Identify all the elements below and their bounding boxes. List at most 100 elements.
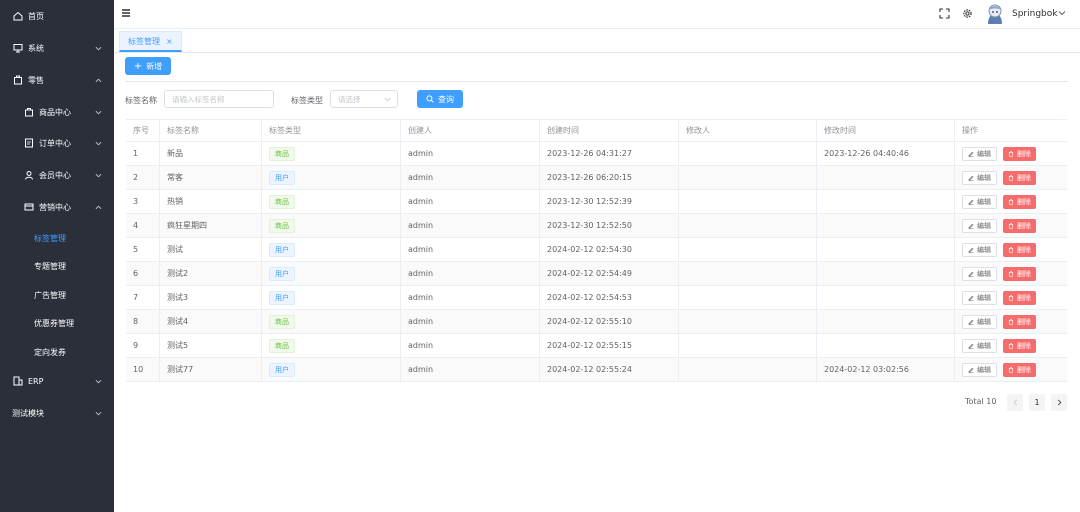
edit-button[interactable]: 编辑	[962, 266, 997, 281]
edit-button-label: 编辑	[977, 293, 991, 302]
trash-icon	[1008, 318, 1014, 325]
delete-button-label: 删除	[1017, 341, 1031, 350]
search-icon	[426, 95, 434, 103]
edit-button[interactable]: 编辑	[962, 362, 997, 377]
tag-type-badge: 用户	[269, 266, 295, 281]
modifier-cell	[679, 262, 817, 285]
delete-button[interactable]: 删除	[1003, 314, 1036, 329]
delete-button[interactable]: 删除	[1003, 170, 1036, 185]
sidebar-item-coupon-management[interactable]: 优惠券管理	[0, 313, 114, 333]
table-row: 1 新品 商品 admin 2023-12-26 04:31:27 2023-12-26 …	[126, 142, 1067, 166]
edit-icon	[968, 343, 974, 349]
sidebar-item-label: 系统	[28, 43, 44, 53]
edit-button[interactable]: 编辑	[962, 218, 997, 233]
pagination-prev-button[interactable]	[1007, 394, 1023, 411]
sidebar-item-test-module[interactable]: 测试模块	[0, 403, 114, 423]
add-button[interactable]: + 新增	[125, 57, 171, 75]
delete-button[interactable]: 删除	[1003, 362, 1036, 377]
sidebar-item-order-center[interactable]: 订单中心	[0, 133, 114, 153]
sidebar-item-marketing-center[interactable]: 营销中心	[0, 197, 114, 217]
delete-button[interactable]: 删除	[1003, 242, 1036, 257]
tag-type-badge: 商品	[269, 194, 295, 209]
query-button[interactable]: 查询	[417, 90, 463, 108]
tags-view: 标签管理 ×	[114, 28, 1080, 53]
creator-cell: admin	[401, 166, 540, 189]
pagination-page-1[interactable]: 1	[1029, 394, 1045, 411]
edit-button-label: 编辑	[977, 245, 991, 254]
sidebar-item-tag-management[interactable]: 标签管理	[0, 228, 114, 248]
username[interactable]: Springbok	[1012, 9, 1057, 19]
actions-cell: 编辑 删除	[955, 334, 1067, 357]
sidebar-item-ad-management[interactable]: 广告管理	[0, 285, 114, 305]
edit-button[interactable]: 编辑	[962, 290, 997, 305]
delete-button[interactable]: 删除	[1003, 338, 1036, 353]
edit-button[interactable]: 编辑	[962, 170, 997, 185]
sidebar-item-goods-center[interactable]: 商品中心	[0, 102, 114, 122]
sidebar-item-home[interactable]: 首页	[0, 6, 114, 26]
chevron-down-icon	[94, 139, 102, 147]
sidebar-item-label: 零售	[28, 75, 44, 85]
row-number-cell: 6	[126, 262, 160, 285]
sidebar-item-system[interactable]: 系统	[0, 38, 114, 58]
sidebar-item-topic-management[interactable]: 专题管理	[0, 256, 114, 276]
delete-button[interactable]: 删除	[1003, 290, 1036, 305]
delete-button[interactable]: 删除	[1003, 266, 1036, 281]
order-icon	[24, 138, 34, 148]
table-header-cell: 创建人	[401, 120, 540, 141]
sidebar-item-label: 优惠券管理	[34, 318, 74, 328]
row-number-cell: 10	[126, 358, 160, 381]
chevron-down-icon	[94, 108, 102, 116]
edit-icon	[968, 367, 974, 373]
tag-type-badge: 商品	[269, 314, 295, 329]
edit-button[interactable]: 编辑	[962, 194, 997, 209]
sidebar-item-retail[interactable]: 零售	[0, 70, 114, 90]
tab-tag-management[interactable]: 标签管理 ×	[119, 31, 182, 52]
close-icon[interactable]: ×	[166, 37, 173, 46]
tag-name-cell: 常客	[160, 166, 262, 189]
creator-cell: admin	[401, 310, 540, 333]
gear-icon[interactable]	[961, 7, 973, 19]
delete-button-label: 删除	[1017, 269, 1031, 278]
chevron-down-icon[interactable]	[1058, 9, 1066, 17]
table-header-cell: 序号	[126, 120, 160, 141]
modifier-cell	[679, 142, 817, 165]
tag-type-badge: 商品	[269, 218, 295, 233]
tag-name-input[interactable]: 请输入标签名称	[164, 90, 274, 108]
trash-icon	[1008, 246, 1014, 253]
modified-time-cell	[817, 190, 955, 213]
sidebar-item-member-center[interactable]: 会员中心	[0, 165, 114, 185]
sidebar-item-erp[interactable]: ERP	[0, 371, 114, 391]
tag-type-select[interactable]: 请选择	[330, 90, 398, 108]
row-number-cell: 2	[126, 166, 160, 189]
delete-button[interactable]: 删除	[1003, 146, 1036, 161]
tag-name-cell: 测试5	[160, 334, 262, 357]
pagination-next-button[interactable]	[1051, 394, 1067, 411]
creator-cell: admin	[401, 214, 540, 237]
chevron-left-icon	[1013, 399, 1017, 406]
fullscreen-icon[interactable]	[938, 7, 950, 19]
edit-button-label: 编辑	[977, 173, 991, 182]
actions-cell: 编辑 删除	[955, 214, 1067, 237]
modifier-cell	[679, 334, 817, 357]
edit-button[interactable]: 编辑	[962, 146, 997, 161]
delete-button-label: 删除	[1017, 317, 1031, 326]
query-button-label: 查询	[438, 94, 454, 104]
sidebar-item-label: 营销中心	[39, 202, 71, 212]
edit-button[interactable]: 编辑	[962, 338, 997, 353]
delete-button[interactable]: 删除	[1003, 194, 1036, 209]
edit-button[interactable]: 编辑	[962, 314, 997, 329]
sidebar-item-directed-coupon[interactable]: 定向发券	[0, 342, 114, 362]
delete-button[interactable]: 删除	[1003, 218, 1036, 233]
chevron-down-icon	[94, 409, 102, 417]
tag-type-cell: 商品	[262, 190, 401, 213]
modified-time-cell	[817, 286, 955, 309]
edit-button[interactable]: 编辑	[962, 242, 997, 257]
avatar[interactable]	[985, 3, 1005, 25]
modifier-cell	[679, 286, 817, 309]
delete-button-label: 删除	[1017, 149, 1031, 158]
modified-time-cell	[817, 262, 955, 285]
hamburger-icon[interactable]	[121, 8, 131, 18]
table-header-cell: 修改人	[679, 120, 817, 141]
tag-type-cell: 商品	[262, 214, 401, 237]
tag-type-placeholder: 请选择	[338, 94, 361, 104]
